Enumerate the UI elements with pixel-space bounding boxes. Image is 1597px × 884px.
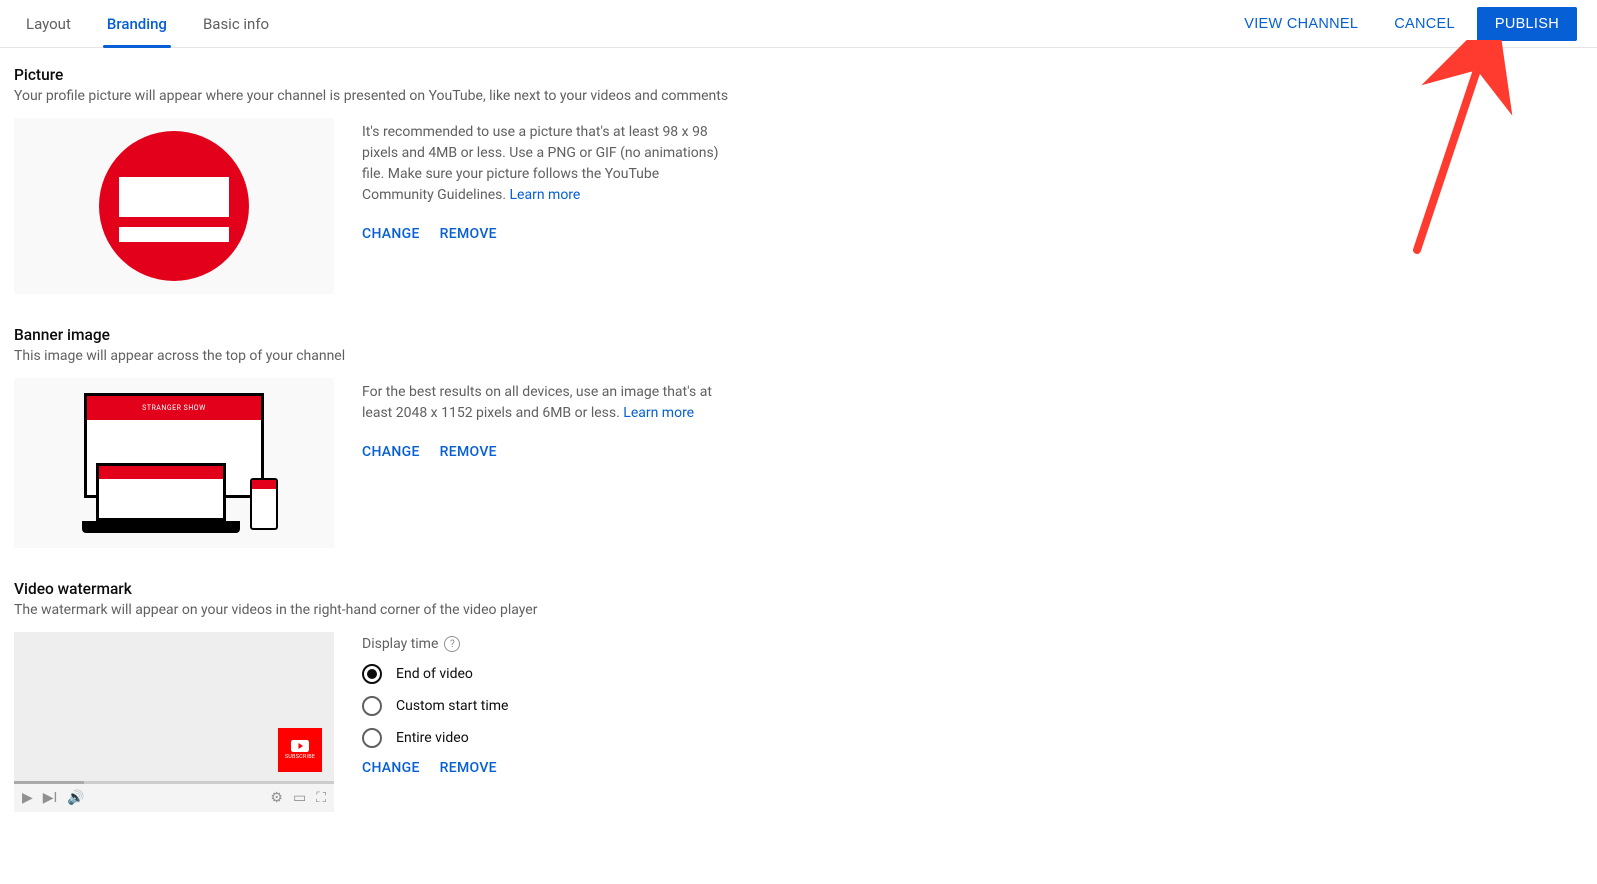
cancel-button[interactable]: CANCEL [1380, 8, 1469, 40]
banner-learn-more-link[interactable]: Learn more [623, 405, 694, 421]
picture-desc: Your profile picture will appear where y… [14, 88, 886, 104]
display-time-label: Display time ? [362, 636, 886, 652]
watermark-desc: The watermark will appear on your videos… [14, 602, 886, 618]
radio-entire-video[interactable]: Entire video [362, 728, 886, 748]
tab-branding[interactable]: Branding [105, 1, 169, 47]
picture-title: Picture [14, 66, 886, 84]
watermark-title: Video watermark [14, 580, 886, 598]
video-controls: ▶ ▶I 🔊 ⚙ ▭ ⛶ [14, 784, 334, 812]
picture-learn-more-link[interactable]: Learn more [510, 187, 581, 203]
progress-bar[interactable] [14, 781, 334, 784]
watermark-change-button[interactable]: CHANGE [362, 760, 420, 776]
settings-icon[interactable]: ⚙ [270, 790, 283, 806]
banner-title: Banner image [14, 326, 886, 344]
view-channel-button[interactable]: VIEW CHANNEL [1230, 8, 1372, 40]
publish-button[interactable]: PUBLISH [1477, 7, 1577, 41]
tabs: Layout Branding Basic info [24, 1, 271, 47]
radio-custom-start[interactable]: Custom start time [362, 696, 886, 716]
play-icon[interactable]: ▶ [22, 790, 33, 806]
radio-icon [362, 728, 382, 748]
banner-change-button[interactable]: CHANGE [362, 444, 420, 460]
radio-end-of-video[interactable]: End of video [362, 664, 886, 684]
banner-guideline: For the best results on all devices, use… [362, 382, 722, 424]
profile-picture-icon [99, 131, 249, 281]
picture-remove-button[interactable]: REMOVE [440, 226, 497, 242]
banner-preview: STRANGER SHOW [14, 378, 334, 548]
picture-change-button[interactable]: CHANGE [362, 226, 420, 242]
radio-icon [362, 696, 382, 716]
banner-remove-button[interactable]: REMOVE [440, 444, 497, 460]
miniplayer-icon[interactable]: ▭ [293, 790, 306, 806]
content: Picture Your profile picture will appear… [0, 48, 900, 884]
watermark-remove-button[interactable]: REMOVE [440, 760, 497, 776]
picture-guideline: It's recommended to use a picture that's… [362, 122, 722, 206]
devices-illustration-icon: STRANGER SHOW [74, 393, 274, 533]
header-actions: VIEW CHANNEL CANCEL PUBLISH [1230, 7, 1597, 41]
watermark-section: Video watermark The watermark will appea… [14, 580, 886, 812]
help-icon[interactable]: ? [444, 636, 460, 652]
banner-desc: This image will appear across the top of… [14, 348, 886, 364]
volume-icon[interactable]: 🔊 [67, 790, 84, 806]
annotation-arrow-icon [1397, 40, 1517, 270]
next-icon[interactable]: ▶I [43, 790, 58, 806]
subscribe-badge-icon: SUBSCRIBE [278, 728, 322, 772]
picture-preview [14, 118, 334, 294]
picture-section: Picture Your profile picture will appear… [14, 66, 886, 294]
watermark-preview: SUBSCRIBE ▶ ▶I 🔊 ⚙ ▭ ⛶ [14, 632, 334, 812]
radio-icon [362, 664, 382, 684]
tab-basic-info[interactable]: Basic info [201, 1, 271, 47]
fullscreen-icon[interactable]: ⛶ [316, 790, 326, 806]
tab-layout[interactable]: Layout [24, 1, 73, 47]
banner-section: Banner image This image will appear acro… [14, 326, 886, 548]
top-bar: Layout Branding Basic info VIEW CHANNEL … [0, 0, 1597, 48]
